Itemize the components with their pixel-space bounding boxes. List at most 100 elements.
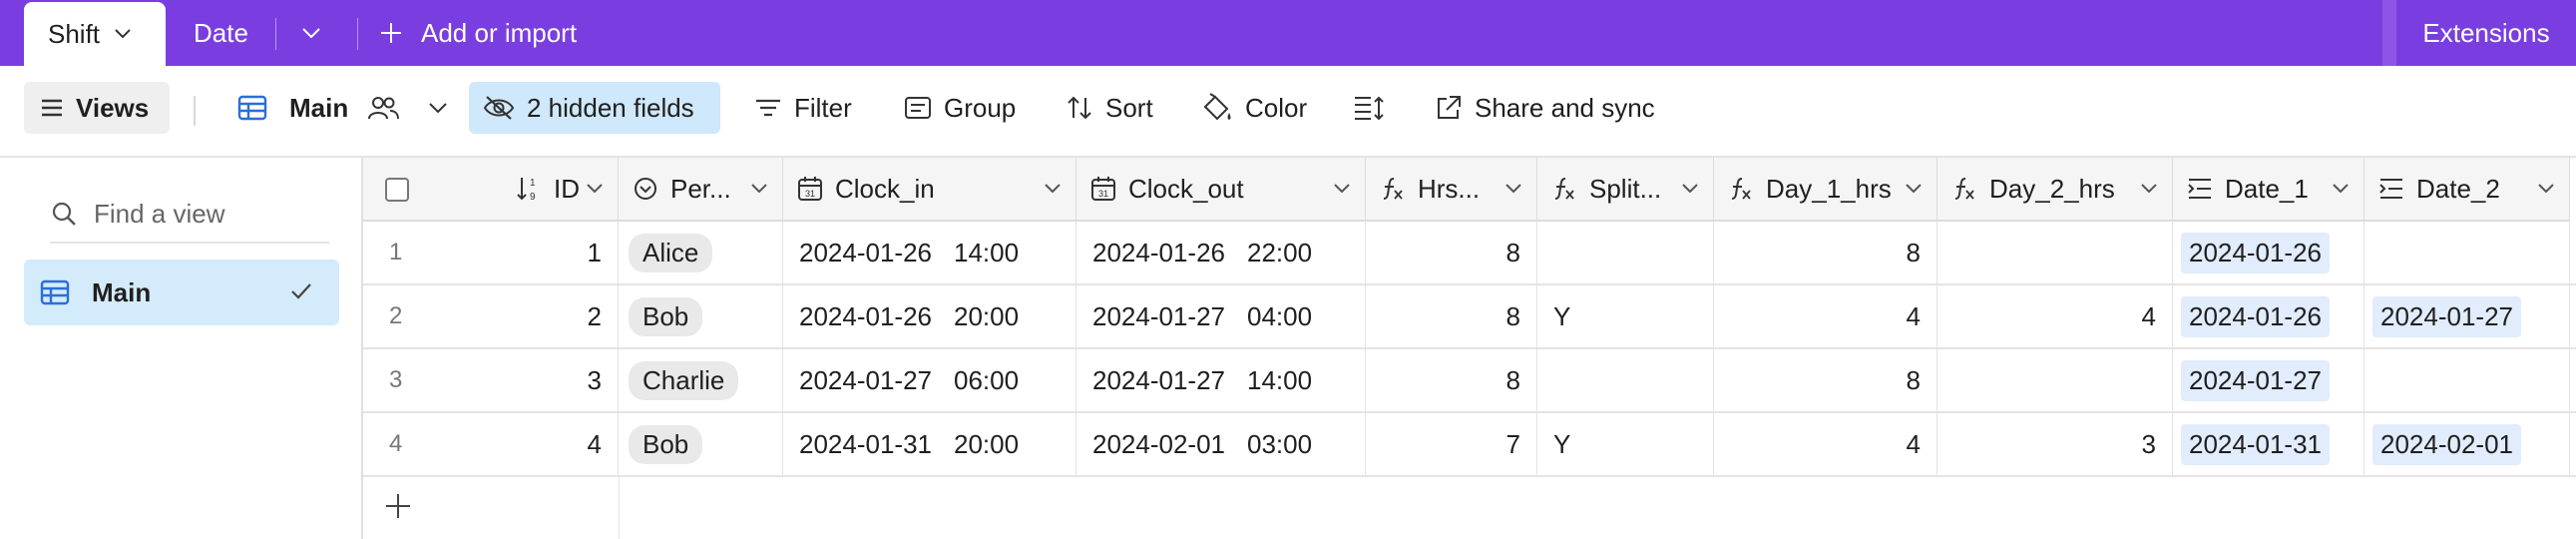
cell-person[interactable]: Alice: [619, 222, 783, 283]
svg-text:31: 31: [805, 189, 815, 199]
cell-clock-in[interactable]: 2024-01-26 20:00: [783, 285, 1076, 347]
cell-clock-out[interactable]: 2024-02-01 03:00: [1076, 413, 1366, 475]
column-header-day-1-hrs[interactable]: Day_1_hrs: [1714, 158, 1937, 222]
row-height-button[interactable]: [1353, 82, 1397, 134]
cell-day-2-hrs[interactable]: [1937, 349, 2173, 411]
cell-split[interactable]: Y: [1537, 285, 1714, 347]
cell-clock-out[interactable]: 2024-01-27 14:00: [1076, 349, 1366, 411]
cell-date-2[interactable]: [2364, 222, 2570, 283]
cell-clock-out[interactable]: 2024-01-27 04:00: [1076, 285, 1366, 347]
cell-day-1-hrs[interactable]: 4: [1714, 413, 1937, 475]
cell-person[interactable]: Bob: [619, 413, 783, 475]
svg-text:9: 9: [530, 192, 536, 203]
chevron-down-icon[interactable]: [1681, 183, 1699, 195]
table-row[interactable]: 2 2 Bob 2024-01-26 20:00 2024-01-27 04:00 …: [363, 285, 2576, 349]
cell-date-2[interactable]: 2024-02-01: [2364, 413, 2570, 475]
find-view-search[interactable]: Find a view: [50, 186, 329, 244]
cell-day-1-hrs[interactable]: 8: [1714, 222, 1937, 283]
cell-person[interactable]: Bob: [619, 285, 783, 347]
cell-date-2[interactable]: 2024-01-27: [2364, 285, 2570, 347]
clock-out-date: 2024-01-26: [1092, 237, 1225, 268]
cell-date-1[interactable]: 2024-01-26: [2173, 285, 2364, 347]
chevron-down-icon[interactable]: [2332, 183, 2350, 195]
cell-day-1-hrs[interactable]: 4: [1714, 285, 1937, 347]
row-number: 2: [389, 302, 403, 329]
group-button[interactable]: Group: [904, 82, 1016, 134]
color-button[interactable]: Color: [1201, 82, 1307, 134]
chevron-down-icon[interactable]: [2537, 183, 2555, 195]
cell-date-1[interactable]: 2024-01-31: [2173, 413, 2364, 475]
cell-split[interactable]: [1537, 349, 1714, 411]
table-row[interactable]: 4 4 Bob 2024-01-31 20:00 2024-02-01 03:00 …: [363, 413, 2576, 477]
cell-hrs[interactable]: 8: [1366, 349, 1537, 411]
extensions-label: Extensions: [2422, 17, 2550, 48]
column-header-hrs[interactable]: Hrs...: [1366, 158, 1537, 222]
chevron-down-icon: [429, 103, 447, 114]
cell-date-1[interactable]: 2024-01-27: [2173, 349, 2364, 411]
chevron-down-icon[interactable]: [2140, 183, 2158, 195]
cell-split[interactable]: Y: [1537, 413, 1714, 475]
clock-out-date: 2024-01-27: [1092, 300, 1225, 331]
add-record-row[interactable]: [363, 477, 2576, 539]
column-header-day-2-hrs[interactable]: Day_2_hrs: [1937, 158, 2173, 222]
cell-id[interactable]: 4: [493, 413, 619, 475]
cell-clock-out[interactable]: 2024-01-26 22:00: [1076, 222, 1366, 283]
extensions-button[interactable]: Extensions: [2396, 0, 2576, 66]
cell-hrs[interactable]: 8: [1366, 222, 1537, 283]
view-switcher[interactable]: Main: [237, 82, 460, 134]
sidebar-view-main[interactable]: Main: [24, 260, 339, 325]
table-row[interactable]: 1 1 Alice 2024-01-26 14:00 2024-01-26 22:0…: [363, 222, 2576, 285]
cell-hrs[interactable]: 7: [1366, 413, 1537, 475]
view-toolbar: Views Main 2 hidden fields Filter Group …: [0, 66, 2576, 158]
column-header-label: Clock_in: [835, 173, 935, 204]
cell-id[interactable]: 3: [493, 349, 619, 411]
clock-in-time: 20:00: [954, 428, 1020, 459]
cell-day-2-hrs[interactable]: 4: [1937, 285, 2173, 347]
column-header-clock-in[interactable]: 31 Clock_in: [783, 158, 1076, 222]
chevron-down-icon[interactable]: [1504, 183, 1522, 195]
cell-date-1[interactable]: 2024-01-26: [2173, 222, 2364, 283]
chevron-down-icon[interactable]: [1333, 183, 1351, 195]
table-row[interactable]: 3 3 Charlie 2024-01-27 06:00 2024-01-27 14…: [363, 349, 2576, 413]
more-tables-button[interactable]: [301, 0, 321, 66]
cell-day-2-hrs[interactable]: 3: [1937, 413, 2173, 475]
cell-day-1-hrs[interactable]: 8: [1714, 349, 1937, 411]
column-header-id[interactable]: 19 ID: [363, 158, 619, 222]
cell-person[interactable]: Charlie: [619, 349, 783, 411]
cell-clock-in[interactable]: 2024-01-26 14:00: [783, 222, 1076, 283]
clock-in-date: 2024-01-26: [799, 300, 932, 331]
select-all-checkbox[interactable]: [385, 178, 409, 202]
table-tab-shift[interactable]: Shift: [24, 2, 166, 66]
column-header-split[interactable]: Split...: [1537, 158, 1714, 222]
cell-hrs[interactable]: 8: [1366, 285, 1537, 347]
chevron-down-icon[interactable]: [1905, 183, 1923, 195]
search-icon: [52, 202, 76, 226]
records-grid: 19 ID Per... 31 Clock_in 31 Clock_out Hr…: [363, 158, 2576, 539]
cell-day-2-hrs[interactable]: [1937, 222, 2173, 283]
chevron-down-icon[interactable]: [586, 183, 604, 195]
cell-id[interactable]: 2: [493, 285, 619, 347]
cell-id[interactable]: 1: [493, 222, 619, 283]
plus-icon[interactable]: [383, 491, 413, 521]
sort-button[interactable]: Sort: [1066, 82, 1153, 134]
chevron-down-icon[interactable]: [114, 28, 132, 40]
views-label: Views: [76, 92, 150, 123]
single-select-icon: [635, 178, 656, 200]
cell-clock-in[interactable]: 2024-01-27 06:00: [783, 349, 1076, 411]
views-button[interactable]: Views: [24, 82, 170, 134]
filter-button[interactable]: Filter: [754, 82, 852, 134]
column-header-clock-out[interactable]: 31 Clock_out: [1076, 158, 1366, 222]
hidden-fields-button[interactable]: 2 hidden fields: [469, 82, 720, 134]
share-sync-button[interactable]: Share and sync: [1435, 82, 1655, 134]
column-header-date-2[interactable]: Date_2: [2364, 158, 2570, 222]
column-header-date-1[interactable]: Date_1: [2173, 158, 2364, 222]
chevron-down-icon[interactable]: [1044, 183, 1062, 195]
column-header-person[interactable]: Per...: [619, 158, 783, 222]
add-or-import-button[interactable]: Add or import: [379, 0, 577, 66]
sort-label: Sort: [1105, 92, 1153, 123]
cell-clock-in[interactable]: 2024-01-31 20:00: [783, 413, 1076, 475]
chevron-down-icon[interactable]: [750, 183, 768, 195]
cell-date-2[interactable]: [2364, 349, 2570, 411]
table-tab-date[interactable]: Date: [194, 0, 248, 66]
cell-split[interactable]: [1537, 222, 1714, 283]
